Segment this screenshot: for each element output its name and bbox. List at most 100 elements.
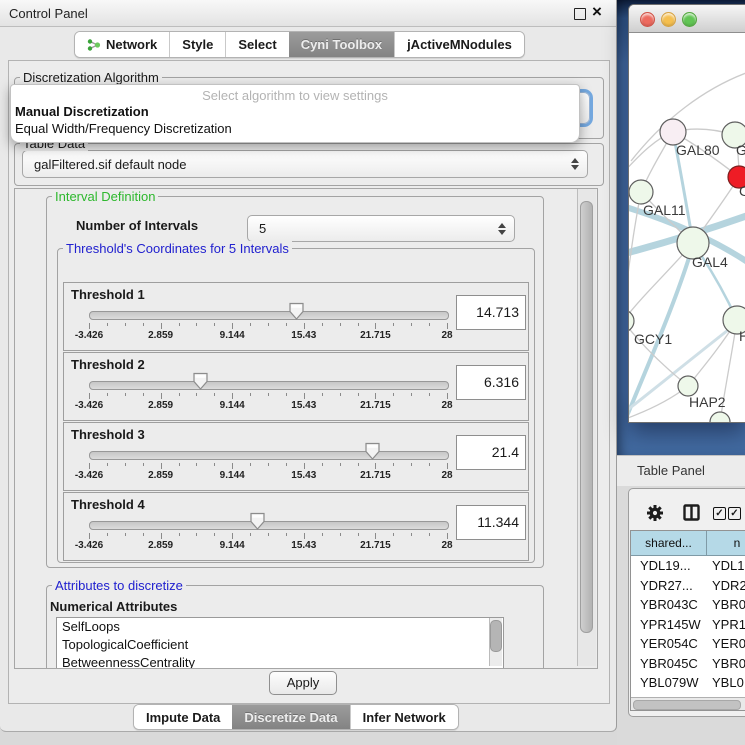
threshold-1-value-field[interactable]: 14.713: [456, 295, 526, 330]
table-row[interactable]: YER054CYER0: [631, 634, 745, 654]
column-header-shared[interactable]: shared...: [631, 531, 707, 556]
threshold-1-slider[interactable]: -3.4262.8599.14415.4321.71528: [89, 302, 447, 346]
group-title: Attributes to discretize: [52, 578, 186, 593]
tick-label: 21.715: [360, 470, 391, 481]
vertical-scrollbar-thumb[interactable]: [580, 201, 593, 633]
slider-track[interactable]: [89, 521, 449, 530]
table-row[interactable]: YDR27...YDR2: [631, 576, 745, 596]
slider-ticks: [89, 533, 447, 539]
algorithm-dropdown-popup: Select algorithm to view settings Manual…: [10, 84, 580, 143]
number-of-intervals-value: 5: [248, 221, 497, 236]
tab-select[interactable]: Select: [225, 32, 288, 57]
tick-label: 28: [441, 330, 452, 341]
cell-name: YBR0: [707, 595, 745, 615]
close-icon[interactable]: [592, 2, 602, 22]
threshold-3-slider[interactable]: -3.4262.8599.14415.4321.71528: [89, 442, 447, 486]
number-of-intervals-combobox[interactable]: 5: [247, 215, 515, 242]
horizontal-scrollbar[interactable]: [631, 697, 745, 710]
slider-ticks: [89, 463, 447, 469]
checkbox-checked-icon[interactable]: [728, 507, 741, 520]
screen: Control Panel Network Style Select Cyni Too…: [0, 0, 745, 745]
network-node-gal11[interactable]: [629, 180, 653, 204]
horizontal-scrollbar-thumb[interactable]: [633, 700, 741, 710]
threshold-label: Threshold 1: [71, 287, 145, 302]
float-icon[interactable]: [574, 8, 586, 20]
tab-label: Network: [106, 37, 157, 52]
slider-thumb[interactable]: [364, 442, 381, 461]
close-light[interactable]: [640, 12, 655, 27]
node-table: shared... n YDL19...YDL1YDR27...YDR2YBR0…: [630, 530, 745, 711]
slider-thumb[interactable]: [288, 302, 305, 321]
attribute-list-item[interactable]: TopologicalCoefficient: [57, 636, 503, 654]
table-row[interactable]: YPR145WYPR1: [631, 615, 745, 635]
tab-label: jActiveMNodules: [407, 37, 512, 52]
tick-label: 2.859: [148, 540, 173, 551]
tab-infer-network[interactable]: Infer Network: [350, 705, 458, 729]
tick-label: 2.859: [148, 400, 173, 411]
tick-label: 9.144: [220, 330, 245, 341]
tab-style[interactable]: Style: [169, 32, 225, 57]
tick-label: 28: [441, 540, 452, 551]
table-row[interactable]: YBL079WYBL0: [631, 673, 745, 693]
tab-network[interactable]: Network: [75, 32, 169, 57]
tab-discretize-data[interactable]: Discretize Data: [232, 705, 349, 729]
column-split-icon[interactable]: [683, 504, 700, 521]
numerical-attributes-list[interactable]: SelfLoopsTopologicalCoefficientBetweenne…: [56, 617, 504, 668]
table-row[interactable]: YBR045CYBR0: [631, 654, 745, 674]
slider-track[interactable]: [89, 311, 449, 320]
tab-label: Select: [238, 37, 276, 52]
network-canvas[interactable]: GAL80GACGAL11GAL4GCY1HHAP2: [629, 33, 745, 422]
node-label: C: [739, 183, 745, 199]
tick-label: 28: [441, 400, 452, 411]
tick-label: 9.144: [220, 400, 245, 411]
table-data-combobox[interactable]: galFiltered.sif default node: [22, 150, 588, 178]
slider-tick-labels: -3.4262.8599.14415.4321.71528: [89, 470, 447, 482]
window-title: Control Panel: [9, 6, 88, 21]
list-scrollbar-thumb[interactable]: [490, 620, 502, 652]
node-label: H: [739, 328, 745, 344]
slider-track[interactable]: [89, 451, 449, 460]
tab-cyni-toolbox[interactable]: Cyni Toolbox: [289, 32, 394, 57]
threshold-label: Threshold 2: [71, 357, 145, 372]
control-panel-titlebar: Control Panel: [0, 0, 616, 27]
minimize-light[interactable]: [661, 12, 676, 27]
tab-jactivemnodules[interactable]: jActiveMNodules: [394, 32, 524, 57]
cell-name: YPR1: [707, 615, 745, 635]
slider-track[interactable]: [89, 381, 449, 390]
cell-shared-name: YBR043C: [631, 595, 707, 615]
column-header-name[interactable]: n: [707, 531, 745, 556]
tick-label: 21.715: [360, 540, 391, 551]
tab-impute-data[interactable]: Impute Data: [134, 705, 232, 729]
network-node-hap2[interactable]: [678, 376, 698, 396]
node-label: GAL4: [692, 254, 728, 270]
cell-name: YDL1: [707, 556, 745, 576]
apply-button[interactable]: Apply: [269, 671, 337, 695]
tick-label: 9.144: [220, 470, 245, 481]
network-node-gcy1[interactable]: [629, 310, 634, 332]
cell-shared-name: YBL079W: [631, 673, 707, 693]
popup-option-equal-width-frequency[interactable]: Equal Width/Frequency Discretization: [15, 121, 575, 138]
network-node[interactable]: [710, 412, 730, 422]
attribute-list-item[interactable]: BetweennessCentrality: [57, 654, 503, 668]
checkbox-checked-icon[interactable]: [713, 507, 726, 520]
threshold-3-value-field[interactable]: 21.4: [456, 435, 526, 470]
group-title: Discretization Algorithm: [20, 70, 162, 85]
slider-thumb[interactable]: [192, 372, 209, 391]
threshold-4-value-field[interactable]: 11.344: [456, 505, 526, 540]
threshold-2-value-field[interactable]: 6.316: [456, 365, 526, 400]
threshold-4-slider[interactable]: -3.4262.8599.14415.4321.71528: [89, 512, 447, 556]
number-of-intervals-label: Number of Intervals: [76, 218, 198, 233]
tick-label: 15.43: [291, 470, 316, 481]
tab-label: Discretize Data: [244, 710, 337, 725]
threshold-2-slider[interactable]: -3.4262.8599.14415.4321.71528: [89, 372, 447, 416]
node-label: GAL11: [643, 202, 686, 218]
table-row[interactable]: YDL19...YDL1: [631, 556, 745, 576]
stepper-arrows-icon: [570, 158, 579, 170]
popup-option-manual-discretization[interactable]: Manual Discretization: [15, 104, 575, 121]
gear-icon[interactable]: [645, 503, 665, 523]
table-row[interactable]: YBR043CYBR0: [631, 595, 745, 615]
slider-thumb[interactable]: [249, 512, 266, 531]
zoom-light[interactable]: [682, 12, 697, 27]
tick-label: 15.43: [291, 400, 316, 411]
attribute-list-item[interactable]: SelfLoops: [57, 618, 503, 636]
